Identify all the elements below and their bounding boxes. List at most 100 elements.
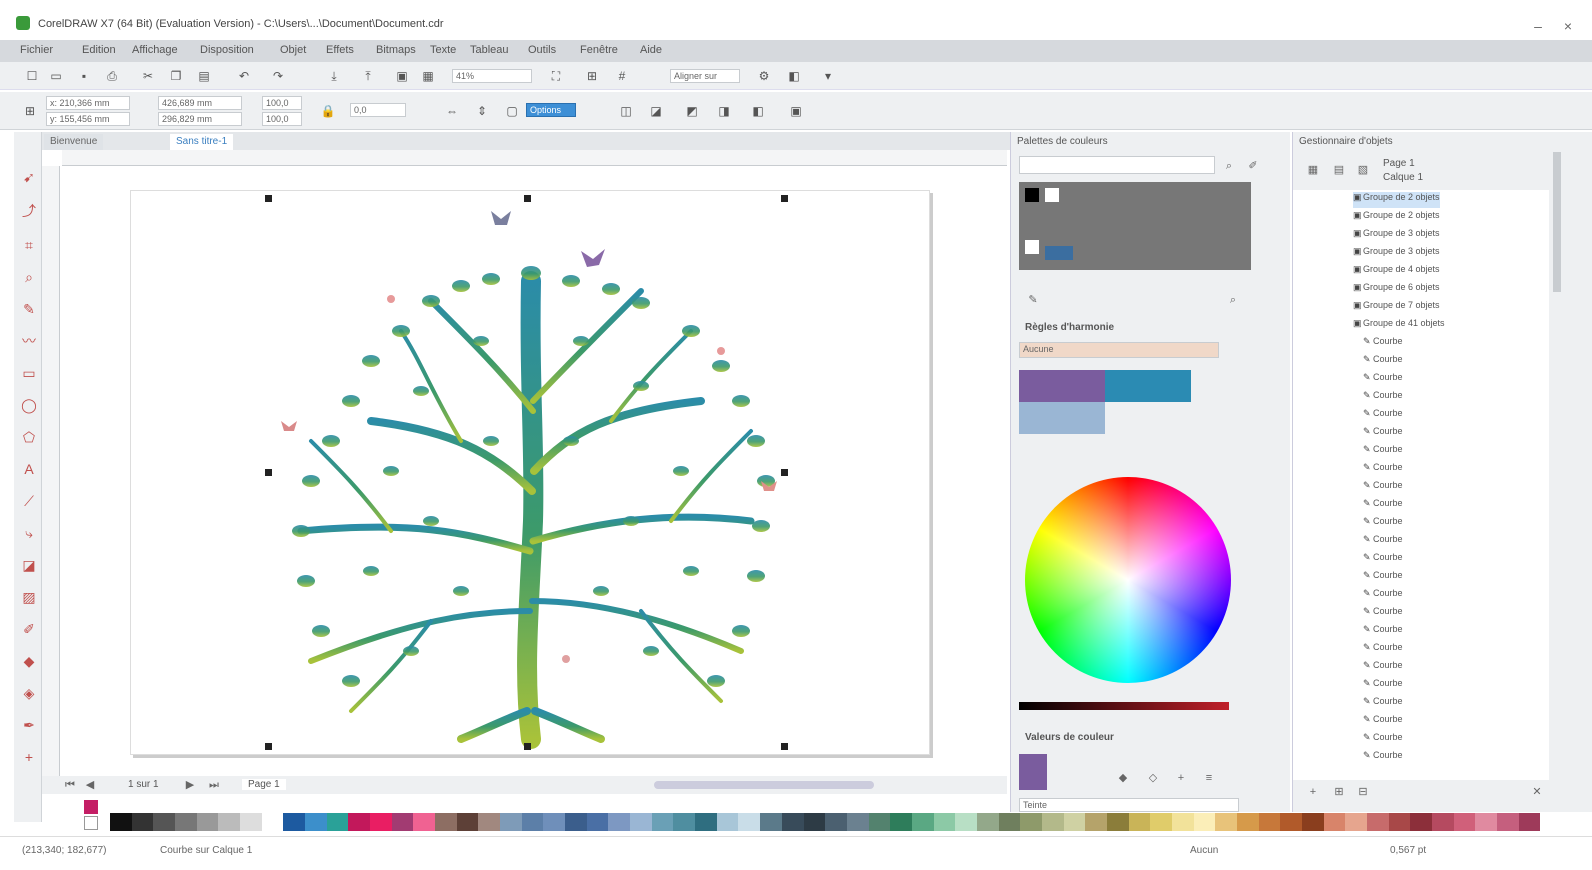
- palette-swatch[interactable]: [1085, 813, 1107, 831]
- palette-swatch[interactable]: [196, 813, 219, 831]
- cut-icon[interactable]: ✂: [140, 68, 156, 84]
- tree-row-curve[interactable]: ✎ Courbe: [1363, 678, 1403, 694]
- palette-swatch[interactable]: [1063, 813, 1086, 831]
- scale-x-field[interactable]: 100,0: [262, 96, 302, 110]
- menu-item-window[interactable]: Fenêtre: [580, 44, 618, 56]
- drop-shadow-tool-icon[interactable]: ◪: [20, 556, 38, 574]
- tree-row-curve[interactable]: ✎ Courbe: [1363, 732, 1403, 748]
- x-position-field[interactable]: x: 210,366 mm: [46, 96, 130, 110]
- app-launcher-icon[interactable]: ▦: [420, 68, 436, 84]
- tree-row-curve[interactable]: ✎ Courbe: [1363, 570, 1403, 586]
- tree-row-selected[interactable]: ▣Groupe de 2 objets: [1353, 192, 1440, 208]
- palette-swatch[interactable]: [890, 813, 912, 831]
- import-icon[interactable]: ⤓: [326, 68, 342, 84]
- add-swatch-icon[interactable]: +: [1173, 770, 1189, 786]
- palette-swatch[interactable]: [1366, 813, 1389, 831]
- mirror-horizontal-icon[interactable]: ⇔: [444, 103, 460, 119]
- palette-swatch[interactable]: [998, 813, 1021, 831]
- palette-swatch[interactable]: [1236, 813, 1259, 831]
- palette-swatch[interactable]: [1345, 813, 1367, 831]
- current-color-swatch[interactable]: [1019, 754, 1047, 790]
- palette-swatch[interactable]: [348, 813, 371, 831]
- selection-handle[interactable]: [781, 195, 788, 202]
- parallel-dimension-tool-icon[interactable]: ⟋: [20, 492, 38, 510]
- palette-swatch[interactable]: [781, 813, 804, 831]
- tree-row-curve[interactable]: ✎ Courbe: [1363, 480, 1403, 496]
- palette-swatch[interactable]: [283, 813, 306, 831]
- trim-icon[interactable]: ◪: [648, 103, 664, 119]
- delete-layer-icon[interactable]: ✕: [1529, 784, 1545, 800]
- color-menu-icon[interactable]: ≡: [1201, 770, 1217, 786]
- tree-row-group[interactable]: ▣Groupe de 41 objets: [1353, 318, 1445, 334]
- simplify-icon[interactable]: ◨: [716, 103, 732, 119]
- snap-to-dropdown[interactable]: Aligner sur: [670, 69, 740, 83]
- object-tree-scrollbar[interactable]: [1553, 152, 1561, 292]
- palette-swatch[interactable]: [1431, 813, 1454, 831]
- selection-handle[interactable]: [265, 469, 272, 476]
- tree-row-curve[interactable]: ✎ Courbe: [1363, 372, 1403, 388]
- height-field[interactable]: 296,829 mm: [158, 112, 242, 126]
- tree-row-curve[interactable]: ✎ Courbe: [1363, 750, 1403, 766]
- show-properties-icon[interactable]: ▦: [1305, 162, 1321, 178]
- palette-swatch[interactable]: [1215, 813, 1237, 831]
- weld-icon[interactable]: ◫: [618, 103, 634, 119]
- tree-row-curve[interactable]: ✎ Courbe: [1363, 714, 1403, 730]
- palette-swatch[interactable]: [1280, 813, 1302, 831]
- pick-tool-icon[interactable]: ➹: [20, 168, 38, 186]
- close-button[interactable]: ×: [1558, 18, 1578, 34]
- palette-swatch[interactable]: [1323, 813, 1346, 831]
- redo-icon[interactable]: ↷: [270, 68, 286, 84]
- palette-swatch[interactable]: [413, 813, 436, 831]
- publish-pdf-icon[interactable]: ▣: [394, 68, 410, 84]
- palette-swatch[interactable]: [1301, 813, 1324, 831]
- tree-row-group[interactable]: ▣Groupe de 3 objets: [1353, 228, 1440, 244]
- lock-ratio-icon[interactable]: 🔒: [320, 103, 336, 119]
- first-page-icon[interactable]: ⏮: [62, 777, 78, 793]
- rotation-field[interactable]: 0,0: [350, 103, 406, 117]
- palette-swatch[interactable]: [586, 813, 609, 831]
- menu-item-text[interactable]: Texte: [430, 44, 456, 56]
- palette-swatch[interactable]: [110, 813, 132, 831]
- search-icon[interactable]: ⌕: [1221, 158, 1237, 174]
- show-grid-icon[interactable]: #: [614, 68, 630, 84]
- harmony-swatch-purple[interactable]: [1019, 370, 1105, 402]
- palette-swatch[interactable]: [673, 813, 696, 831]
- zoom-tool-icon[interactable]: ⌕: [20, 268, 38, 286]
- palette-swatch[interactable]: [630, 813, 652, 831]
- tree-row-curve[interactable]: ✎ Courbe: [1363, 336, 1403, 352]
- tree-row-curve[interactable]: ✎ Courbe: [1363, 606, 1403, 622]
- palette-swatch[interactable]: [933, 813, 956, 831]
- front-minus-back-icon[interactable]: ◧: [750, 103, 766, 119]
- palette-swatch[interactable]: [391, 813, 414, 831]
- tree-row-curve[interactable]: ✎ Courbe: [1363, 426, 1403, 442]
- ellipse-tool-icon[interactable]: ◯: [20, 396, 38, 414]
- width-field[interactable]: 426,689 mm: [158, 96, 242, 110]
- tree-row-group[interactable]: ▣Groupe de 4 objets: [1353, 264, 1440, 280]
- palette-swatch[interactable]: [651, 813, 674, 831]
- smart-fill-tool-icon[interactable]: ◈: [20, 684, 38, 702]
- tree-artwork[interactable]: [131, 191, 931, 756]
- palette-swatch[interactable]: [1171, 813, 1194, 831]
- palette-swatch[interactable]: [760, 813, 782, 831]
- tree-row-curve[interactable]: ✎ Courbe: [1363, 642, 1403, 658]
- new-master-layer-icon[interactable]: ⊞: [1331, 784, 1347, 800]
- minimize-button[interactable]: –: [1528, 18, 1548, 34]
- palette-swatch[interactable]: [240, 813, 262, 831]
- palette-swatch[interactable]: [695, 813, 717, 831]
- palette-swatch[interactable]: [1497, 813, 1519, 831]
- palette-swatch[interactable]: [1150, 813, 1172, 831]
- create-boundary-icon[interactable]: ▣: [788, 103, 804, 119]
- full-screen-icon[interactable]: ⛶: [548, 68, 564, 84]
- tree-row-curve[interactable]: ✎ Courbe: [1363, 444, 1403, 460]
- palette-swatch[interactable]: [261, 813, 284, 831]
- transparency-tool-icon[interactable]: ▨: [20, 588, 38, 606]
- harmony-select[interactable]: Aucune: [1019, 342, 1219, 358]
- layer-manager-icon[interactable]: ▤: [1331, 162, 1347, 178]
- fill-indicator[interactable]: [84, 800, 98, 814]
- crop-tool-icon[interactable]: ⌗: [20, 236, 38, 254]
- swatch-black[interactable]: [1025, 188, 1039, 202]
- palette-swatch[interactable]: [716, 813, 739, 831]
- palette-swatch[interactable]: [1193, 813, 1216, 831]
- next-page-icon[interactable]: ▶: [182, 777, 198, 793]
- menu-item-tools[interactable]: Outils: [528, 44, 556, 56]
